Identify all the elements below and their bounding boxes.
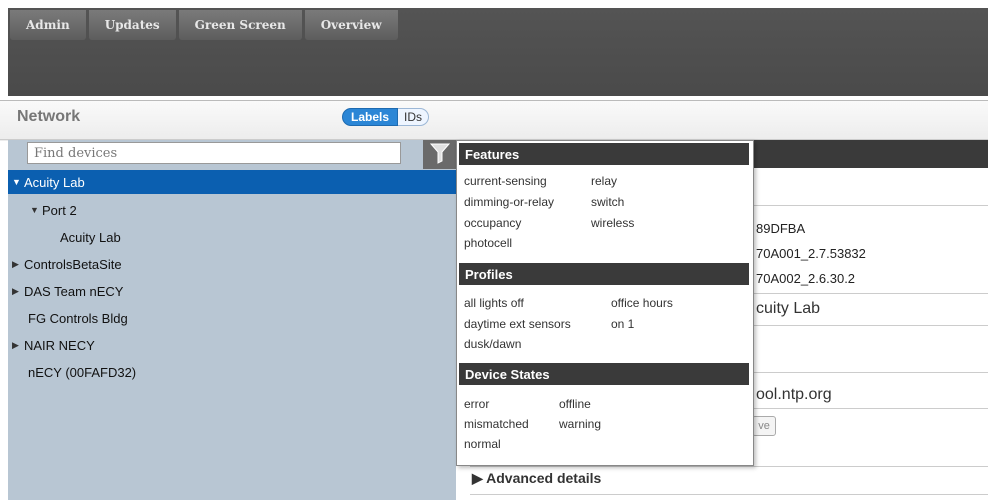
tree-item-acuity-lab-device[interactable]: Acuity Lab — [8, 225, 456, 249]
name-field[interactable]: cuity Lab — [756, 300, 820, 318]
filter-dusk-dawn[interactable]: dusk/dawn — [464, 337, 521, 351]
tab-admin[interactable]: Admin — [10, 10, 86, 40]
labels-button[interactable]: Labels — [342, 108, 399, 126]
tree-item-label: nECY (00FAFD32) — [28, 364, 137, 380]
divider — [752, 408, 988, 409]
filter-occupancy[interactable]: occupancy — [464, 216, 521, 230]
filter-dropdown: Features current-sensing relay dimming-o… — [456, 140, 754, 466]
network-header — [0, 100, 988, 141]
top-header: Admin Updates Green Screen Overview — [0, 0, 988, 100]
filter-error[interactable]: error — [464, 397, 489, 411]
save-button[interactable]: ve — [752, 416, 776, 436]
filter-current-sensing[interactable]: current-sensing — [464, 174, 547, 188]
firmware-1: 70A001_2.7.53832 — [756, 246, 866, 261]
nav-tabs: Admin Updates Green Screen Overview — [10, 10, 398, 40]
tree-item-necy[interactable]: nECY (00FAFD32) — [8, 360, 456, 384]
filter-photocell[interactable]: photocell — [464, 236, 512, 250]
tab-green-screen[interactable]: Green Screen — [178, 10, 302, 40]
filter-daytime-ext-sensors[interactable]: daytime ext sensors — [464, 317, 571, 331]
label-id-toggle: Labels IDs — [342, 108, 430, 126]
divider — [470, 466, 988, 467]
tree-item-acuity-lab[interactable]: ▼ Acuity Lab — [8, 170, 456, 194]
tab-overview[interactable]: Overview — [304, 10, 398, 40]
divider — [752, 293, 988, 294]
tree-item-label: Acuity Lab — [24, 174, 85, 190]
tree-item-label: Port 2 — [42, 202, 77, 218]
tree-item-label: NAIR NECY — [24, 337, 95, 353]
tree-item-label: FG Controls Bldg — [28, 310, 128, 326]
divider — [752, 205, 988, 206]
filter-relay[interactable]: relay — [591, 174, 617, 188]
filter-offline[interactable]: offline — [559, 397, 591, 411]
expand-icon[interactable]: ▶ — [12, 340, 24, 351]
tree-item-label: DAS Team nECY — [24, 283, 124, 299]
advanced-details-toggle[interactable]: ▶ Advanced details — [472, 470, 601, 487]
divider — [470, 494, 988, 495]
filter-wireless[interactable]: wireless — [591, 216, 634, 230]
tab-updates[interactable]: Updates — [88, 10, 176, 40]
network-title: Network — [17, 108, 81, 125]
filter-dimming-or-relay[interactable]: dimming-or-relay — [464, 195, 554, 209]
tree-item-port-2[interactable]: ▼ Port 2 — [8, 198, 456, 222]
ntp-server-field[interactable]: ool.ntp.org — [756, 386, 832, 404]
collapse-icon[interactable]: ▼ — [12, 177, 24, 187]
tree-item-fg-controls[interactable]: FG Controls Bldg — [8, 306, 456, 330]
firmware-2: 70A002_2.6.30.2 — [756, 271, 856, 286]
tree-item-nair-necy[interactable]: ▶ NAIR NECY — [8, 333, 456, 357]
advanced-details-label: Advanced details — [486, 470, 602, 486]
features-header: Features — [459, 143, 749, 165]
filter-warning[interactable]: warning — [559, 417, 601, 431]
filter-mismatched[interactable]: mismatched — [464, 417, 529, 431]
filter-icon[interactable] — [426, 140, 454, 166]
divider — [752, 325, 988, 326]
collapse-icon[interactable]: ▼ — [30, 205, 42, 215]
expand-icon[interactable]: ▶ — [12, 286, 24, 297]
profiles-header: Profiles — [459, 263, 749, 285]
device-states-header: Device States — [459, 363, 749, 385]
ids-button[interactable]: IDs — [398, 108, 430, 126]
filter-office-hours[interactable]: office hours — [611, 296, 673, 310]
tree-item-label: Acuity Lab — [60, 229, 121, 245]
tree-item-controlsbetasite[interactable]: ▶ ControlsBetaSite — [8, 252, 456, 276]
filter-on-1[interactable]: on 1 — [611, 317, 634, 331]
tree-item-label: ControlsBetaSite — [24, 256, 122, 272]
device-id: 89DFBA — [756, 221, 806, 236]
filter-all-lights-off[interactable]: all lights off — [464, 296, 524, 310]
tree-item-das-team[interactable]: ▶ DAS Team nECY — [8, 279, 456, 303]
expand-icon[interactable]: ▶ — [12, 259, 24, 270]
divider — [752, 372, 988, 373]
filter-normal[interactable]: normal — [464, 437, 501, 451]
search-input[interactable]: Find devices — [27, 142, 401, 164]
filter-switch[interactable]: switch — [591, 195, 624, 209]
